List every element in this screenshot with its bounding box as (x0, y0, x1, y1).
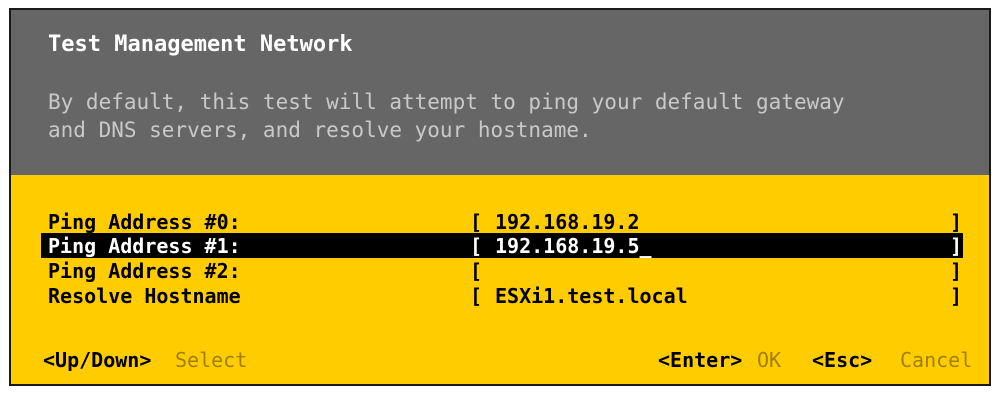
esc-key-hint[interactable]: <Esc> (812, 348, 872, 372)
ok-action-label: OK (757, 348, 782, 372)
dialog-description-line-2: and DNS servers, and resolve your hostna… (48, 118, 592, 142)
field-close-bracket: ] (950, 234, 963, 258)
dialog-description-line-1: By default, this test will attempt to pi… (48, 90, 845, 114)
up-down-key-hint[interactable]: <Up/Down> (43, 348, 151, 372)
field-open-bracket: [ (470, 259, 483, 283)
field-open-bracket: [ (470, 234, 483, 258)
field-resolve-hostname[interactable]: Resolve Hostname [ ESXi1.test.local ] (11, 283, 989, 308)
field-ping-address-2[interactable]: Ping Address #2: [ ] (11, 258, 989, 283)
test-management-network-dialog: Test Management Network By default, this… (9, 8, 991, 386)
field-label: Ping Address #0: (48, 210, 241, 234)
field-label: Ping Address #1: (48, 234, 241, 258)
field-close-bracket: ] (950, 210, 963, 234)
field-close-bracket: ] (950, 284, 963, 308)
field-ping-address-0[interactable]: Ping Address #0: [ 192.168.19.2 ] (11, 209, 989, 234)
field-open-bracket: [ (470, 284, 483, 308)
field-label: Ping Address #2: (48, 259, 241, 283)
ping-address-1-input[interactable]: 192.168.19.5_ (495, 234, 652, 258)
resolve-hostname-input[interactable]: ESXi1.test.local (495, 284, 688, 308)
cancel-action-label: Cancel (900, 348, 973, 372)
dialog-footer: <Up/Down> Select <Enter> OK <Esc> Cancel (11, 348, 989, 378)
field-ping-address-1[interactable]: Ping Address #1: [ 192.168.19.5_ ] (11, 233, 989, 258)
field-close-bracket: ] (950, 259, 963, 283)
ping-address-0-input[interactable]: 192.168.19.2 (495, 210, 640, 234)
dialog-title: Test Management Network (48, 32, 353, 57)
field-open-bracket: [ (470, 210, 483, 234)
enter-key-hint[interactable]: <Enter> (658, 348, 742, 372)
dialog-header: Test Management Network By default, this… (11, 10, 989, 175)
select-action-label: Select (175, 348, 248, 372)
field-label: Resolve Hostname (48, 284, 241, 308)
